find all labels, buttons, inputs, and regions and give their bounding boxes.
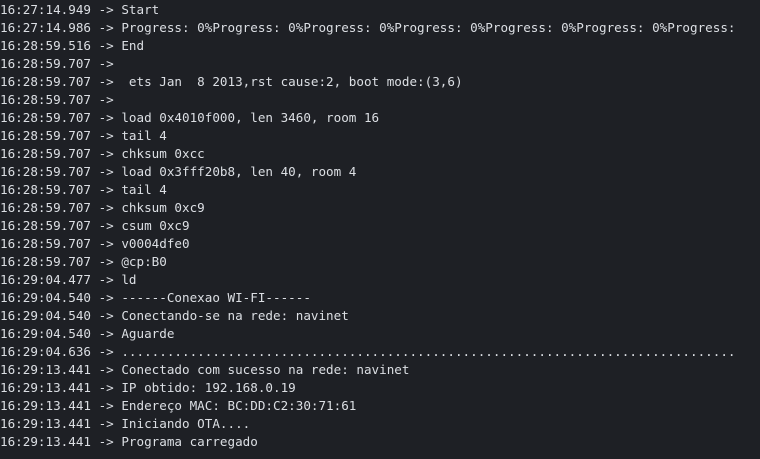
log-timestamp: 16:29:04.540 (0, 290, 91, 305)
log-message: ------Conexao WI-FI------ (121, 290, 311, 305)
log-line: 16:28:59.516 -> End (0, 37, 760, 55)
log-arrow: -> (91, 2, 122, 17)
log-timestamp: 16:28:59.707 (0, 200, 91, 215)
log-message: v0004dfe0 (121, 236, 190, 251)
log-message: Aguarde (121, 326, 175, 341)
log-message: tail 4 (121, 182, 167, 197)
log-arrow: -> (91, 290, 122, 305)
log-arrow: -> (91, 92, 122, 107)
log-message: chksum 0xc9 (121, 200, 205, 215)
log-arrow: -> (91, 200, 122, 215)
log-line: 16:28:59.707 -> csum 0xc9 (0, 217, 760, 235)
log-message: Start (121, 2, 160, 17)
log-message: Endereço MAC: BC:DD:C2:30:71:61 (121, 398, 357, 413)
log-arrow: -> (91, 434, 122, 449)
log-timestamp: 16:28:59.707 (0, 164, 91, 179)
log-line: 16:29:13.441 -> Iniciando OTA.... (0, 415, 760, 433)
log-line: 16:27:14.949 -> Start (0, 1, 760, 19)
log-arrow: -> (91, 416, 122, 431)
log-message: Progress: 0%Progress: 0%Progress: 0%Prog… (121, 20, 736, 35)
log-line: 16:28:59.707 -> load 0x4010f000, len 346… (0, 109, 760, 127)
log-line: 16:28:59.707 -> chksum 0xc9 (0, 199, 760, 217)
log-arrow: -> (91, 20, 122, 35)
log-arrow: -> (91, 164, 122, 179)
log-timestamp: 16:29:04.540 (0, 308, 91, 323)
log-arrow: -> (91, 146, 122, 161)
log-line: 16:28:59.707 -> (0, 55, 760, 73)
log-message: ........................................… (121, 344, 736, 359)
log-timestamp: 16:29:13.441 (0, 434, 91, 449)
log-timestamp: 16:28:59.707 (0, 110, 91, 125)
log-message: @cp:B0 (121, 254, 167, 269)
log-timestamp: 16:29:04.477 (0, 272, 91, 287)
log-message: End (121, 38, 145, 53)
log-arrow: -> (91, 182, 122, 197)
log-line: 16:28:59.707 -> (0, 91, 760, 109)
log-line: 16:28:59.707 -> @cp:B0 (0, 253, 760, 271)
log-timestamp: 16:27:14.986 (0, 20, 91, 35)
log-timestamp: 16:27:14.949 (0, 2, 91, 17)
log-arrow: -> (91, 380, 122, 395)
log-timestamp: 16:28:59.707 (0, 146, 91, 161)
log-timestamp: 16:28:59.707 (0, 236, 91, 251)
log-line: 16:29:04.477 -> ld (0, 271, 760, 289)
log-line: 16:29:13.441 -> Programa carregado (0, 433, 760, 451)
log-line: 16:29:13.441 -> IP obtido: 192.168.0.19 (0, 379, 760, 397)
log-arrow: -> (91, 272, 122, 287)
log-message: csum 0xc9 (121, 218, 190, 233)
log-message: IP obtido: 192.168.0.19 (121, 380, 296, 395)
log-line: 16:29:04.540 -> ------Conexao WI-FI-----… (0, 289, 760, 307)
log-line: 16:29:04.636 -> ........................… (0, 343, 760, 361)
log-line: 16:28:59.707 -> load 0x3fff20b8, len 40,… (0, 163, 760, 181)
log-arrow: -> (91, 398, 122, 413)
log-line: 16:29:13.441 -> Endereço MAC: BC:DD:C2:3… (0, 397, 760, 415)
log-timestamp: 16:28:59.707 (0, 92, 91, 107)
log-arrow: -> (91, 236, 122, 251)
log-line: 16:29:04.540 -> Aguarde (0, 325, 760, 343)
log-timestamp: 16:28:59.707 (0, 74, 91, 89)
log-line: 16:29:04.540 -> Conectando-se na rede: n… (0, 307, 760, 325)
log-message: chksum 0xcc (121, 146, 205, 161)
log-message: load 0x4010f000, len 3460, room 16 (121, 110, 380, 125)
log-arrow: -> (91, 56, 122, 71)
log-timestamp: 16:29:13.441 (0, 362, 91, 377)
log-message: Iniciando OTA.... (121, 416, 251, 431)
log-message: ets Jan 8 2013,rst cause:2, boot mode:(3… (121, 74, 463, 89)
log-timestamp: 16:29:04.540 (0, 326, 91, 341)
log-arrow: -> (91, 362, 122, 377)
log-line: 16:28:59.707 -> tail 4 (0, 181, 760, 199)
log-arrow: -> (91, 254, 122, 269)
log-line: 16:28:59.707 -> ets Jan 8 2013,rst cause… (0, 73, 760, 91)
log-timestamp: 16:28:59.707 (0, 254, 91, 269)
log-arrow: -> (91, 38, 122, 53)
log-line: 16:29:13.441 -> Conectado com sucesso na… (0, 361, 760, 379)
log-line: 16:27:14.986 -> Progress: 0%Progress: 0%… (0, 19, 760, 37)
log-arrow: -> (91, 326, 122, 341)
log-message: Conectado com sucesso na rede: navinet (121, 362, 410, 377)
log-line: 16:28:59.707 -> chksum 0xcc (0, 145, 760, 163)
log-arrow: -> (91, 74, 122, 89)
log-arrow: -> (91, 344, 122, 359)
log-message: Programa carregado (121, 434, 258, 449)
log-arrow: -> (91, 128, 122, 143)
log-message: ld (121, 272, 137, 287)
log-message: load 0x3fff20b8, len 40, room 4 (121, 164, 357, 179)
log-line: 16:28:59.707 -> tail 4 (0, 127, 760, 145)
log-timestamp: 16:29:13.441 (0, 380, 91, 395)
log-timestamp: 16:28:59.707 (0, 56, 91, 71)
log-message: tail 4 (121, 128, 167, 143)
log-timestamp: 16:28:59.516 (0, 38, 91, 53)
log-timestamp: 16:28:59.707 (0, 128, 91, 143)
log-timestamp: 16:29:13.441 (0, 398, 91, 413)
log-line: 16:28:59.707 -> v0004dfe0 (0, 235, 760, 253)
log-arrow: -> (91, 308, 122, 323)
serial-monitor-output[interactable]: 16:27:14.949 -> Start 16:27:14.986 -> Pr… (0, 0, 760, 459)
log-message: Conectando-se na rede: navinet (121, 308, 349, 323)
log-arrow: -> (91, 110, 122, 125)
log-timestamp: 16:29:04.636 (0, 344, 91, 359)
log-timestamp: 16:28:59.707 (0, 182, 91, 197)
log-arrow: -> (91, 218, 122, 233)
log-timestamp: 16:28:59.707 (0, 218, 91, 233)
log-timestamp: 16:29:13.441 (0, 416, 91, 431)
